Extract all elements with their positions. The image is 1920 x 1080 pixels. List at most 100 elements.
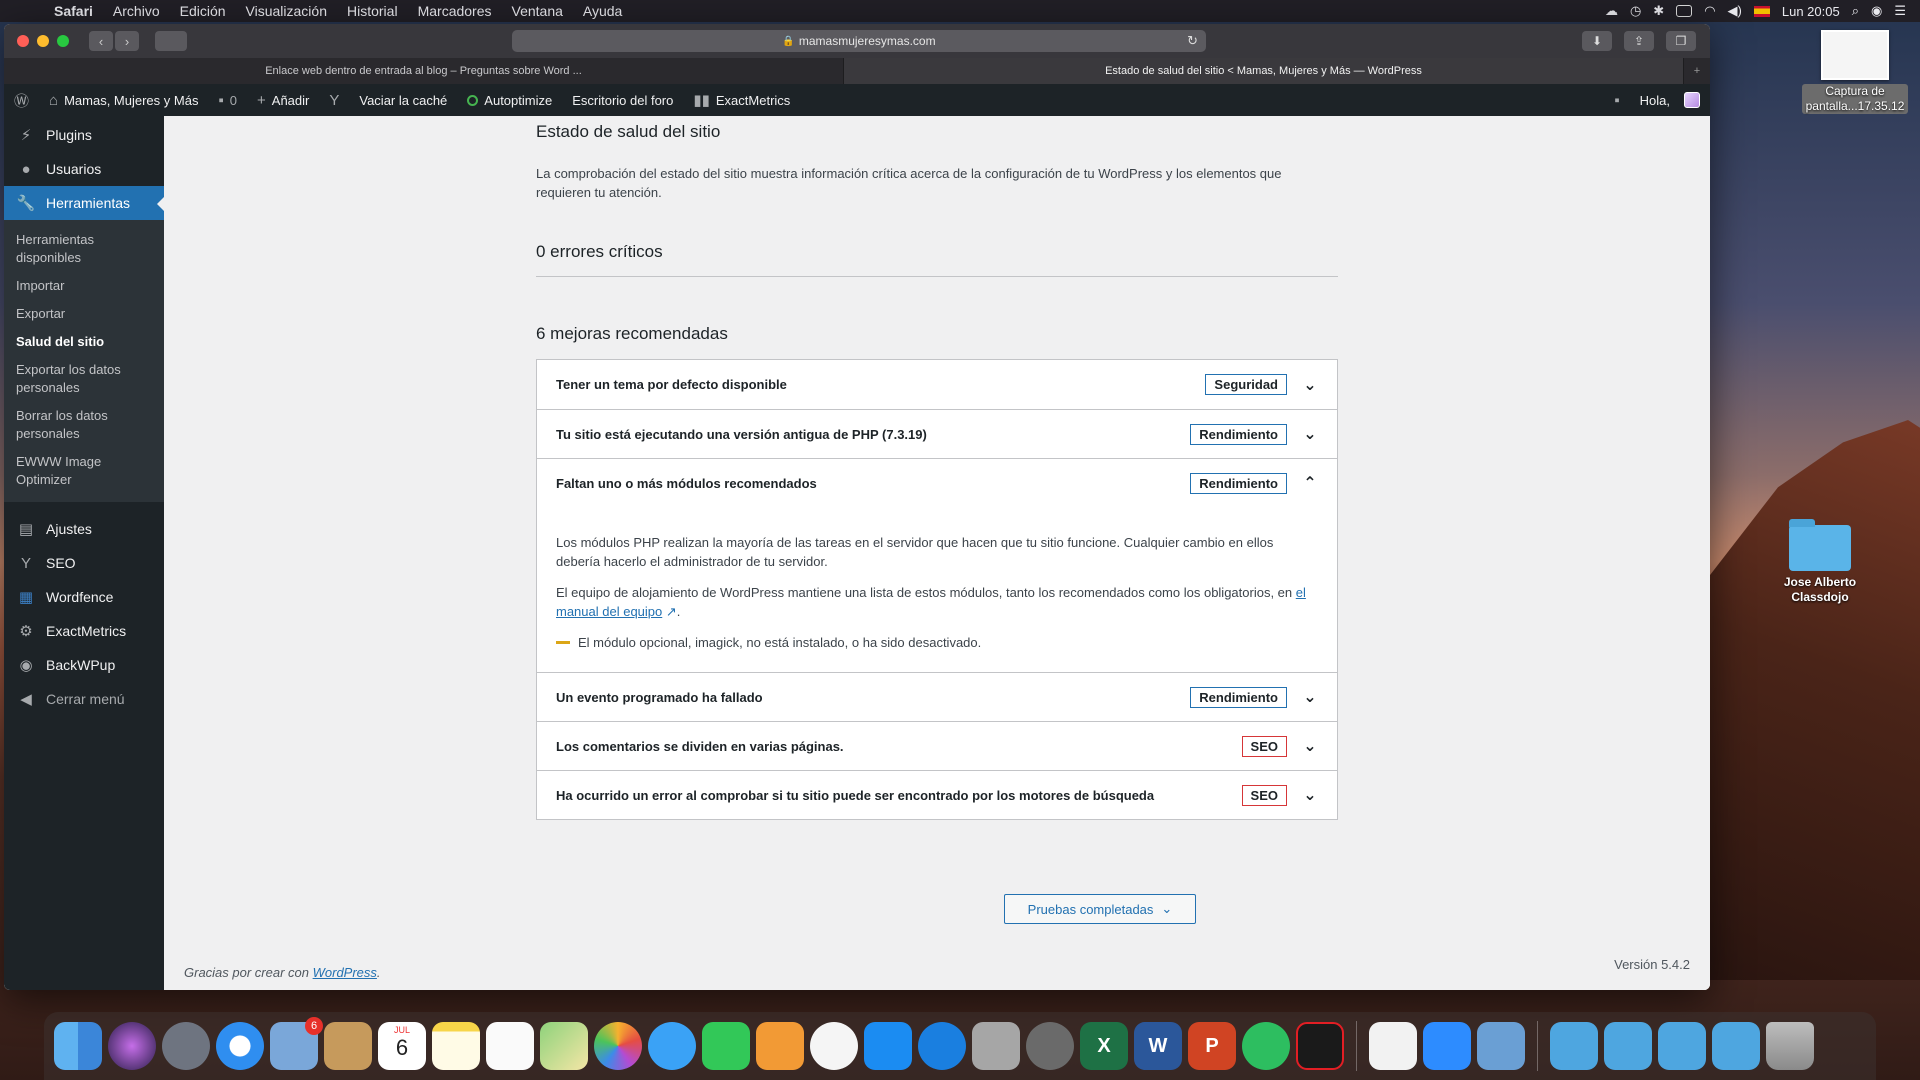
notification-center-icon[interactable]: ☰	[1894, 3, 1906, 19]
sidebar-item-wordfence[interactable]: ▦ Wordfence	[4, 580, 164, 614]
zoom-window-button[interactable]	[57, 35, 69, 47]
safari-icon[interactable]	[216, 1022, 264, 1070]
volume-icon[interactable]: ◀)	[1728, 3, 1742, 19]
sidebar-item-usuarios[interactable]: ● Usuarios	[4, 152, 164, 186]
minimize-window-button[interactable]	[37, 35, 49, 47]
comments-menu[interactable]: ▪ 0	[208, 84, 247, 116]
exactmetrics-menu[interactable]: ▮▮ ExactMetrics	[683, 84, 800, 116]
excel-icon[interactable]: X	[1080, 1022, 1128, 1070]
add-new-menu[interactable]: + Añadir	[247, 84, 319, 116]
my-account-menu[interactable]: Hola,	[1630, 84, 1710, 116]
input-source-flag-icon[interactable]	[1753, 5, 1770, 17]
collapse-menu-button[interactable]: ◀ Cerrar menú	[4, 682, 164, 716]
reload-icon[interactable]: ↻	[1187, 33, 1198, 49]
sidebar-item-plugins[interactable]: ⚡ Plugins	[4, 118, 164, 152]
sidebar-item-herramientas[interactable]: 🔧 Herramientas	[4, 186, 165, 220]
disk-utility-icon[interactable]	[972, 1022, 1020, 1070]
close-window-button[interactable]	[17, 35, 29, 47]
pages-icon[interactable]	[756, 1022, 804, 1070]
menu-visualizacion[interactable]: Visualización	[236, 3, 337, 19]
menu-edicion[interactable]: Edición	[170, 3, 236, 19]
menubar-clock[interactable]: Lun 20:05	[1782, 4, 1840, 19]
zoom-icon[interactable]	[1423, 1022, 1471, 1070]
sidebar-item-ajustes[interactable]: ▤ Ajustes	[4, 512, 164, 546]
menu-app-name[interactable]: Safari	[44, 3, 103, 19]
sidebar-item-seo[interactable]: Y SEO	[4, 546, 164, 580]
applications-folder-icon[interactable]	[1604, 1022, 1652, 1070]
acrobat-icon[interactable]	[1296, 1022, 1344, 1070]
wp-logo-menu[interactable]: Ⓦ	[4, 84, 39, 116]
issue-row[interactable]: Tener un tema por defecto disponible Seg…	[537, 360, 1337, 409]
wifi-icon[interactable]: ◠	[1704, 3, 1715, 19]
system-preferences-icon[interactable]	[1026, 1022, 1074, 1070]
preview-icon[interactable]	[1477, 1022, 1525, 1070]
spotlight-search-icon[interactable]: ⌕	[1852, 3, 1859, 19]
evernote-icon[interactable]	[1242, 1022, 1290, 1070]
downloads-button[interactable]: ⬇	[1582, 31, 1612, 51]
trash-icon[interactable]	[1766, 1022, 1814, 1070]
menu-historial[interactable]: Historial	[337, 3, 408, 19]
yoast-menu[interactable]: Y	[319, 84, 349, 116]
notes-icon[interactable]	[432, 1022, 480, 1070]
creative-cloud-icon[interactable]: ☁	[1605, 3, 1618, 19]
menu-ventana[interactable]: Ventana	[502, 3, 573, 19]
submenu-salud-del-sitio[interactable]: Salud del sitio	[4, 328, 164, 356]
back-button[interactable]: ‹	[89, 31, 113, 51]
issue-row-expanded[interactable]: Faltan uno o más módulos recomendados Re…	[537, 458, 1337, 507]
calendar-icon[interactable]: JUL 6	[378, 1022, 426, 1070]
issue-row[interactable]: Un evento programado ha fallado Rendimie…	[537, 672, 1337, 721]
time-machine-icon[interactable]: ◷	[1630, 3, 1641, 19]
wordpress-link[interactable]: WordPress	[313, 965, 377, 980]
mail-icon[interactable]: 6	[270, 1017, 323, 1070]
maps-icon[interactable]	[540, 1022, 588, 1070]
finder-icon[interactable]	[54, 1022, 102, 1070]
app-store-icon[interactable]	[864, 1022, 912, 1070]
submenu-borrar-datos[interactable]: Borrar los datos personales	[4, 402, 164, 448]
sidebar-item-exactmetrics[interactable]: ⚙ ExactMetrics	[4, 614, 164, 648]
documents-folder-icon[interactable]	[1712, 1022, 1760, 1070]
site-name-menu[interactable]: ⌂ Mamas, Mujeres y Más	[39, 84, 208, 116]
tabs-overview-button[interactable]: ❐	[1666, 31, 1696, 51]
submenu-exportar-datos[interactable]: Exportar los datos personales	[4, 356, 164, 402]
menu-ayuda[interactable]: Ayuda	[573, 3, 632, 19]
menu-marcadores[interactable]: Marcadores	[408, 3, 502, 19]
textedit-icon[interactable]	[1369, 1022, 1417, 1070]
powerpoint-icon[interactable]: P	[1188, 1022, 1236, 1070]
facetime-icon[interactable]	[702, 1022, 750, 1070]
screenshots-folder-icon[interactable]	[1658, 1022, 1706, 1070]
siri-icon[interactable]: ◉	[1871, 3, 1882, 19]
sidebar-item-backwpup[interactable]: ◉ BackWPup	[4, 648, 164, 682]
messages-icon[interactable]	[648, 1022, 696, 1070]
menu-archivo[interactable]: Archivo	[103, 3, 170, 19]
tab-word-link[interactable]: Enlace web dentro de entrada al blog – P…	[4, 58, 844, 84]
clear-cache-menu[interactable]: Vaciar la caché	[349, 84, 457, 116]
contacts-icon[interactable]	[324, 1022, 372, 1070]
launchpad-icon[interactable]	[162, 1022, 210, 1070]
reminders-icon[interactable]	[486, 1022, 534, 1070]
submenu-exportar[interactable]: Exportar	[4, 300, 164, 328]
desktop-screenshot-file[interactable]: Captura de pantalla...17.35.12	[1800, 30, 1910, 115]
new-tab-button[interactable]: +	[1684, 58, 1710, 84]
address-bar[interactable]: 🔒 mamasmujeresymas.com ↻	[512, 30, 1206, 52]
issue-row[interactable]: Ha ocurrido un error al comprobar si tu …	[537, 770, 1337, 819]
desktop-folder[interactable]: Jose Alberto Classdojo	[1760, 519, 1880, 605]
submenu-importar[interactable]: Importar	[4, 272, 164, 300]
issue-row[interactable]: Tu sitio está ejecutando una versión ant…	[537, 409, 1337, 458]
issue-row[interactable]: Los comentarios se dividen en varias pág…	[537, 721, 1337, 770]
photos-icon[interactable]	[594, 1022, 642, 1070]
xcode-icon[interactable]	[918, 1022, 966, 1070]
passed-tests-button[interactable]: Pruebas completadas ⌄	[1004, 894, 1196, 924]
siri-icon[interactable]	[108, 1022, 156, 1070]
notifications-menu[interactable]: ▪	[1604, 84, 1629, 116]
submenu-herramientas-disponibles[interactable]: Herramientas disponibles	[4, 226, 164, 272]
music-icon[interactable]	[810, 1022, 858, 1070]
tab-site-health[interactable]: Estado de salud del sitio < Mamas, Mujer…	[844, 58, 1684, 84]
bluetooth-icon[interactable]: ✱	[1653, 3, 1664, 19]
sidebar-toggle-button[interactable]	[155, 31, 187, 51]
forum-desk-menu[interactable]: Escritorio del foro	[562, 84, 683, 116]
autoptimize-menu[interactable]: Autoptimize	[457, 84, 562, 116]
submenu-ewww[interactable]: EWWW Image Optimizer	[4, 448, 164, 494]
forward-button[interactable]: ›	[115, 31, 139, 51]
share-button[interactable]: ⇪	[1624, 31, 1654, 51]
word-icon[interactable]: W	[1134, 1022, 1182, 1070]
